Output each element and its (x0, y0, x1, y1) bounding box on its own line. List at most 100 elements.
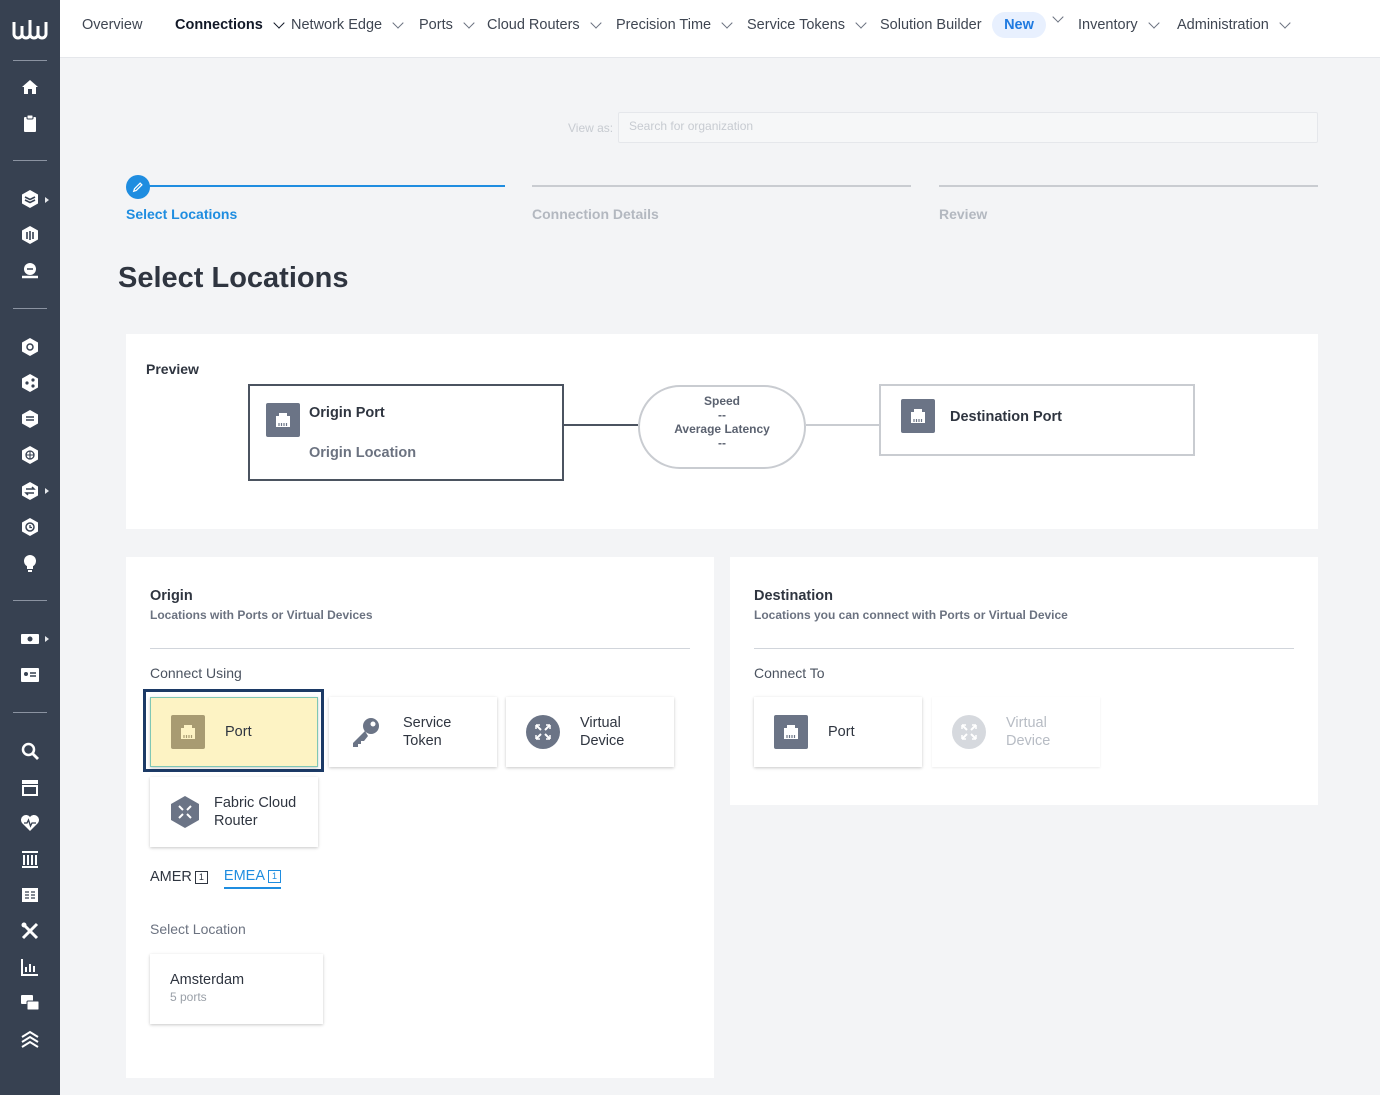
virtual-device-icon (526, 715, 560, 749)
connect-using-virtual-device-tile[interactable]: Virtual Device (506, 697, 674, 767)
globe-hex-icon[interactable] (18, 443, 42, 467)
rail-divider (13, 60, 47, 61)
region-count-badge: 1 (194, 870, 208, 884)
stack-hex-icon[interactable] (18, 407, 42, 431)
destination-subtitle: Locations you can connect with Ports or … (754, 608, 1068, 622)
rail-divider (13, 308, 47, 309)
nav-administration[interactable]: Administration (1177, 17, 1291, 33)
location-tile-amsterdam[interactable]: Amsterdam 5 ports (150, 954, 323, 1024)
share-hex-icon[interactable] (18, 371, 42, 395)
search-icon[interactable] (18, 739, 42, 763)
rail-divider (13, 160, 47, 161)
preview-connector (564, 424, 638, 426)
expand-caret-icon (45, 197, 49, 203)
port-icon (901, 399, 935, 433)
nav-inventory[interactable]: Inventory (1078, 17, 1160, 33)
destination-card: Destination Locations you can connect wi… (730, 557, 1318, 805)
exchange-hex-icon[interactable] (18, 479, 42, 503)
expand-caret-icon (45, 636, 49, 642)
tab-amer[interactable]: AMER 1 (150, 868, 208, 889)
columns-building-icon[interactable] (18, 847, 42, 871)
service-token-tile-label: Service Token (403, 715, 452, 749)
page-title: Select Locations (118, 262, 349, 294)
virtual-device-tile-label: Virtual Device (1006, 715, 1051, 749)
home-icon[interactable] (18, 75, 42, 99)
tools-icon[interactable] (18, 919, 42, 943)
chevron-down-icon (1052, 11, 1064, 23)
nav-solution-builder[interactable]: Solution Builder (880, 17, 982, 33)
origin-port-preview: Origin Port Origin Location (248, 384, 564, 481)
region-count-badge: 1 (268, 869, 281, 883)
collapse-chevrons-icon[interactable] (18, 1027, 42, 1051)
network-edge-icon[interactable] (18, 223, 42, 247)
clock-hex-icon[interactable] (18, 515, 42, 539)
nav-service-tokens[interactable]: Service Tokens (747, 17, 867, 33)
layers-hex-icon[interactable] (18, 187, 42, 211)
step-select-locations[interactable]: Select Locations (126, 206, 237, 222)
origin-card: Origin Locations with Ports or Virtual D… (126, 557, 714, 1078)
cloud-router-icon (170, 795, 200, 829)
health-pulse-icon[interactable] (18, 811, 42, 835)
nav-connections[interactable]: Connections (175, 17, 285, 33)
origin-port-title: Origin Port (309, 405, 385, 421)
step-line (939, 185, 1318, 187)
connect-to-virtual-device-tile: Virtual Device (932, 697, 1100, 767)
connect-using-label: Connect Using (150, 665, 242, 681)
nav-cloud-routers[interactable]: Cloud Routers (487, 17, 602, 33)
rail-divider (13, 712, 47, 713)
virtual-device-icon (952, 715, 986, 749)
cloud-hand-icon[interactable] (18, 259, 42, 283)
nav-overview[interactable]: Overview (82, 17, 142, 33)
connect-using-port-tile[interactable]: Port (150, 697, 318, 767)
edit-pencil-icon (126, 175, 150, 199)
chevron-down-icon (590, 17, 602, 29)
nav-ports[interactable]: Ports (419, 17, 475, 33)
step-connection-details: Connection Details (532, 206, 659, 222)
average-latency-value: -- (718, 436, 726, 450)
chat-icon[interactable] (18, 991, 42, 1015)
chevron-down-icon (855, 17, 867, 29)
port-icon (266, 403, 300, 437)
rail-divider (13, 600, 47, 601)
expand-caret-icon (45, 488, 49, 494)
nav-precision-time[interactable]: Precision Time (616, 17, 733, 33)
connect-to-label: Connect To (754, 665, 825, 681)
organization-search-input[interactable]: Search for organization (618, 112, 1318, 143)
location-port-count: 5 ports (170, 990, 207, 1004)
speed-label: Speed (703, 394, 740, 408)
connect-using-service-token-tile[interactable]: Service Token (329, 697, 497, 767)
billing-icon[interactable] (18, 627, 42, 651)
chevron-down-icon (1279, 17, 1291, 29)
port-icon (774, 715, 808, 749)
news-icon[interactable] (18, 883, 42, 907)
connect-using-fabric-cloud-router-tile[interactable]: Fabric Cloud Router (150, 777, 318, 847)
nav-network-edge[interactable]: Network Edge (291, 17, 404, 33)
region-tabs: AMER 1 EMEA 1 (150, 868, 281, 889)
chevron-down-icon (392, 17, 404, 29)
preview-title: Preview (146, 361, 199, 377)
step-line-active (138, 185, 505, 187)
port-tile-label: Port (225, 724, 252, 740)
connect-to-port-tile[interactable]: Port (754, 697, 922, 767)
marketplace-store-icon[interactable] (18, 775, 42, 799)
tab-emea[interactable]: EMEA 1 (223, 868, 281, 889)
chevron-down-icon (463, 17, 475, 29)
lightbulb-icon[interactable] (18, 551, 42, 575)
origin-title: Origin (150, 588, 193, 604)
solution-builder-dropdown[interactable] (1050, 11, 1064, 23)
bar-chart-icon[interactable] (18, 955, 42, 979)
equinix-logo[interactable] (10, 14, 50, 44)
chevron-down-icon (273, 17, 285, 29)
port-tile-label: Port (828, 724, 855, 740)
destination-port-preview: Destination Port (879, 384, 1195, 456)
id-card-icon[interactable] (18, 663, 42, 687)
new-badge: New (992, 12, 1046, 38)
step-review: Review (939, 206, 988, 222)
clipboard-icon[interactable] (18, 111, 42, 135)
hub-hex-icon[interactable] (18, 335, 42, 359)
destination-port-title: Destination Port (950, 409, 1062, 425)
preview-card: Preview Origin Port Origin Location Spee… (126, 334, 1318, 529)
preview-connector (806, 424, 880, 426)
divider (150, 648, 690, 649)
speed-value: -- (718, 408, 726, 422)
